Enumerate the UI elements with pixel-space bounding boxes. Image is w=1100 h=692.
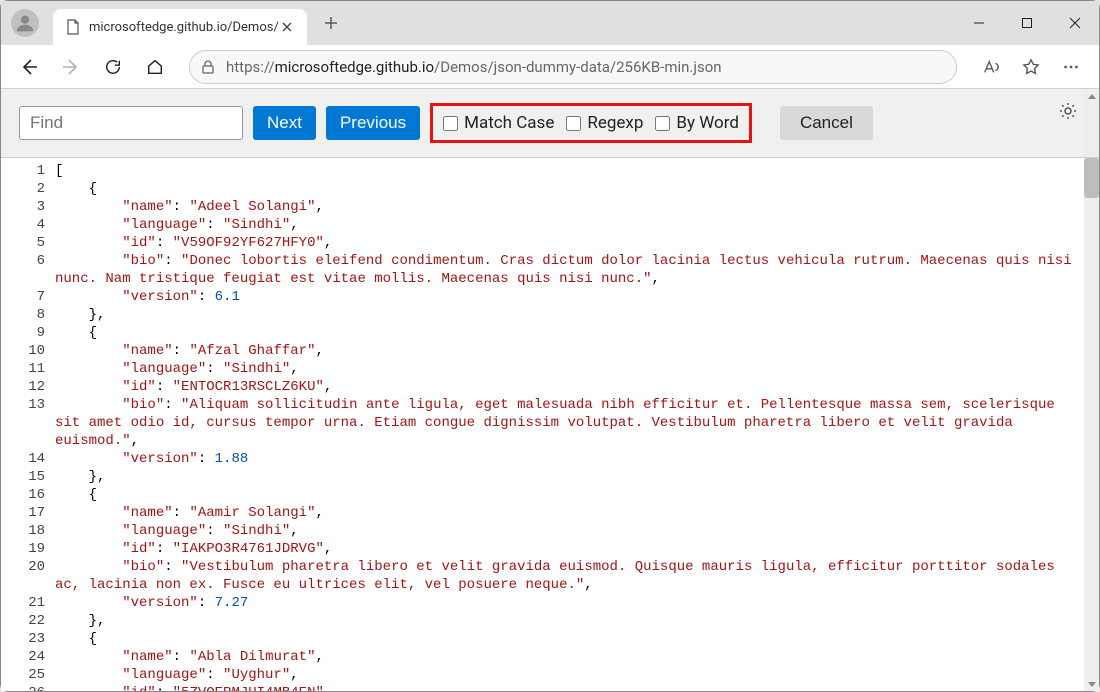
maximize-button[interactable] <box>1003 1 1051 45</box>
close-window-button[interactable] <box>1051 1 1099 45</box>
tab-title: microsoftedge.github.io/Demos/ <box>89 20 279 35</box>
find-options-highlight: Match Case Regexp By Word <box>430 103 752 143</box>
minimize-button[interactable] <box>955 1 1003 45</box>
titlebar: microsoftedge.github.io/Demos/ <box>1 1 1099 45</box>
url-text: https://microsoftedge.github.io/Demos/js… <box>226 58 722 76</box>
window-controls <box>955 1 1099 45</box>
gear-icon[interactable] <box>1058 101 1078 121</box>
more-menu-button[interactable] <box>1053 49 1089 85</box>
find-cancel-button[interactable]: Cancel <box>780 106 873 140</box>
find-input[interactable] <box>19 106 243 140</box>
profile-icon[interactable] <box>11 9 39 37</box>
scrollbar[interactable] <box>1084 89 1099 157</box>
findbar-container: Next Previous Match Case Regexp By Word … <box>1 89 1099 158</box>
url-scheme: https:// <box>226 58 275 76</box>
content-scrollbar[interactable] <box>1084 158 1099 691</box>
browser-tab[interactable]: microsoftedge.github.io/Demos/ <box>53 9 307 45</box>
scroll-down-icon[interactable] <box>1084 676 1099 691</box>
findbar: Next Previous Match Case Regexp By Word … <box>1 89 1058 157</box>
by-word-label: By Word <box>676 113 739 133</box>
read-aloud-button[interactable] <box>973 49 1009 85</box>
back-button[interactable] <box>11 49 47 85</box>
lock-icon <box>200 59 216 75</box>
favorites-button[interactable] <box>1013 49 1049 85</box>
refresh-button[interactable] <box>95 49 131 85</box>
forward-button <box>53 49 89 85</box>
by-word-checkbox[interactable] <box>655 116 670 131</box>
browser-toolbar: https://microsoftedge.github.io/Demos/js… <box>1 45 1099 89</box>
url-host: microsoftedge.github.io <box>275 58 434 76</box>
match-case-option[interactable]: Match Case <box>443 113 554 133</box>
home-button[interactable] <box>137 49 173 85</box>
by-word-option[interactable]: By Word <box>655 113 739 133</box>
find-previous-button[interactable]: Previous <box>326 106 420 140</box>
scroll-thumb[interactable] <box>1084 158 1099 198</box>
address-bar[interactable]: https://microsoftedge.github.io/Demos/js… <box>189 50 957 84</box>
url-path: /Demos/json-dummy-data/256KB-min.json <box>434 58 722 76</box>
content-area: 123456 78910111213 14151617181920 212223… <box>1 158 1099 691</box>
match-case-label: Match Case <box>464 113 554 133</box>
code-lines[interactable]: [ { "name": "Adeel Solangi", "language":… <box>55 158 1084 691</box>
regexp-checkbox[interactable] <box>566 116 581 131</box>
regexp-label: Regexp <box>587 113 643 133</box>
line-gutter: 123456 78910111213 14151617181920 212223… <box>1 158 55 691</box>
new-tab-button[interactable] <box>315 7 347 39</box>
file-icon <box>65 19 81 35</box>
match-case-checkbox[interactable] <box>443 116 458 131</box>
scroll-up-icon[interactable] <box>1084 89 1099 104</box>
regexp-option[interactable]: Regexp <box>566 113 643 133</box>
json-viewer: 123456 78910111213 14151617181920 212223… <box>1 158 1084 691</box>
tab-close-button[interactable] <box>279 19 295 35</box>
find-next-button[interactable]: Next <box>253 106 316 140</box>
